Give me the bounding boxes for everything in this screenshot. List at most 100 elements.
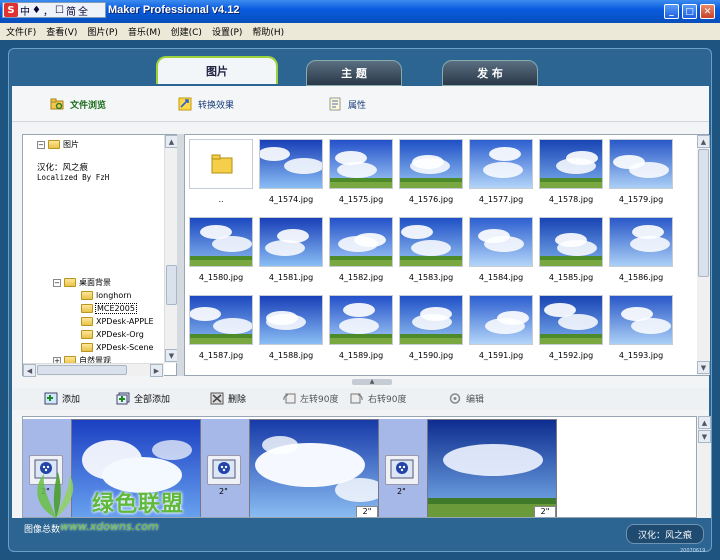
panel-splitter[interactable] xyxy=(177,134,184,376)
photo-thumbnail[interactable] xyxy=(609,295,673,345)
tree-node-pictures[interactable]: − 图片 xyxy=(37,139,79,150)
tree-horizontal-scrollbar[interactable]: ◀ ▶ xyxy=(23,363,164,377)
collapse-handle-icon[interactable]: ▲ xyxy=(352,379,392,385)
photo-thumbnail[interactable] xyxy=(609,217,673,267)
scroll-down-arrow-icon[interactable]: ▼ xyxy=(698,430,711,443)
ime-keyboard[interactable]: ☐ xyxy=(55,5,64,16)
slide-3[interactable]: 2" xyxy=(427,419,557,517)
ime-mode[interactable]: 中 xyxy=(20,3,30,18)
scrollbar-thumb[interactable] xyxy=(698,149,709,277)
transition-slot[interactable]: 2" xyxy=(379,419,427,517)
title-bar[interactable]: S 中 ♦ ， ☐ 简 全 Maker Professional v4.12 _… xyxy=(0,0,720,23)
ime-simplified[interactable]: 简 xyxy=(66,3,76,18)
photo-thumbnail[interactable] xyxy=(399,295,463,345)
scroll-left-arrow-icon[interactable]: ◀ xyxy=(23,364,36,377)
tree-node-longhorn[interactable]: longhorn xyxy=(81,291,131,300)
photo-thumbnail[interactable] xyxy=(259,139,323,189)
tree-node-xpdesk-scene[interactable]: XPDesk-Scene xyxy=(81,343,153,352)
ime-fullwidth[interactable]: 全 xyxy=(78,3,88,18)
photo-filename: 4_1574.jpg xyxy=(268,195,314,204)
menu-file[interactable]: 文件(F) xyxy=(6,25,36,38)
ime-shape[interactable]: ♦ xyxy=(32,5,41,16)
folder-tree[interactable]: − 图片 汉化：风之痕 Localized By FzH − 桌面背景 long… xyxy=(22,134,178,377)
photo-thumbnail[interactable] xyxy=(189,217,253,267)
edit-button[interactable]: 编辑 xyxy=(448,392,484,405)
menu-settings[interactable]: 设置(P) xyxy=(212,25,242,38)
ime-punct[interactable]: ， xyxy=(43,3,53,18)
photo-thumbnail[interactable] xyxy=(539,295,603,345)
tree-node-xpdesk-org[interactable]: XPDesk-Org xyxy=(81,330,144,339)
subtab-properties[interactable]: 属性 xyxy=(328,97,366,111)
slide-2[interactable]: 2" xyxy=(249,419,379,517)
photo-thumbnail[interactable] xyxy=(469,217,533,267)
menu-music[interactable]: 音乐(M) xyxy=(128,25,161,38)
scrollbar-thumb[interactable] xyxy=(166,265,177,305)
tree-node-desktop-bg[interactable]: − 桌面背景 xyxy=(53,277,111,288)
transition-icon[interactable] xyxy=(207,455,241,485)
collapse-icon[interactable]: − xyxy=(53,278,61,287)
folder-browse-icon xyxy=(50,98,64,110)
photo-thumbnail[interactable] xyxy=(469,139,533,189)
photo-filename: 4_1577.jpg xyxy=(478,195,524,204)
rotate-right-button[interactable]: 右转90度 xyxy=(350,392,406,405)
tree-vertical-scrollbar[interactable]: ▲ ▼ xyxy=(164,135,178,363)
ime-logo-icon[interactable]: S xyxy=(4,3,18,17)
photo-thumbnail[interactable] xyxy=(189,295,253,345)
photo-thumbnail[interactable] xyxy=(399,217,463,267)
scroll-up-arrow-icon[interactable]: ▲ xyxy=(697,135,710,148)
photo-thumbnail[interactable] xyxy=(329,139,393,189)
photo-thumbnail[interactable] xyxy=(259,217,323,267)
slide-duration[interactable]: 2" xyxy=(534,506,556,517)
parent-folder-item[interactable] xyxy=(189,139,253,189)
photo-thumbnail[interactable] xyxy=(539,139,603,189)
slide-duration[interactable]: 2" xyxy=(356,506,378,517)
folder-icon xyxy=(64,356,76,363)
menu-help[interactable]: 帮助(H) xyxy=(252,25,284,38)
timeline-scrollbar[interactable]: ▲ ▼ xyxy=(698,416,711,518)
tree-node-mce2005[interactable]: MCE2005 xyxy=(81,303,137,314)
rotate-left-button[interactable]: 左转90度 xyxy=(282,392,338,405)
folder-icon xyxy=(81,343,93,352)
scrollbar-thumb[interactable] xyxy=(37,365,127,375)
photo-thumbnail[interactable] xyxy=(259,295,323,345)
close-button[interactable]: ✕ xyxy=(700,4,715,19)
menu-create[interactable]: 创建(C) xyxy=(171,25,202,38)
photo-thumbnail[interactable] xyxy=(329,217,393,267)
photo-thumbnail[interactable] xyxy=(399,139,463,189)
scroll-right-arrow-icon[interactable]: ▶ xyxy=(150,364,163,377)
tab-theme[interactable]: 主 题 xyxy=(306,60,402,86)
status-image-count: 图像总数 xyxy=(24,525,61,535)
minimize-button[interactable]: _ xyxy=(664,4,679,19)
ime-toolbar[interactable]: S 中 ♦ ， ☐ 简 全 xyxy=(2,2,106,18)
photo-thumbnail[interactable] xyxy=(469,295,533,345)
tree-node-xpdesk-apple[interactable]: XPDesk-APPLE xyxy=(81,317,154,326)
photo-thumbnail[interactable] xyxy=(329,295,393,345)
subtab-transition[interactable]: 转换效果 xyxy=(178,97,234,111)
add-button[interactable]: 添加 xyxy=(44,392,80,405)
menu-picture[interactable]: 图片(P) xyxy=(87,25,117,38)
grid-vertical-scrollbar[interactable]: ▲ ▼ xyxy=(697,135,710,375)
transition-duration: 2" xyxy=(219,487,228,496)
transition-icon[interactable] xyxy=(385,455,419,485)
maximize-button[interactable]: □ xyxy=(682,4,697,19)
tree-node-nature[interactable]: + 自然景观 xyxy=(53,355,111,363)
photo-filename: 4_1581.jpg xyxy=(268,273,314,282)
thumbnail-grid[interactable]: .. 4_1574.jpg 4_1575.jpg 4_1576.jpg 4_1577.j… xyxy=(184,134,710,376)
collapse-icon[interactable]: − xyxy=(37,140,45,149)
photo-thumbnail[interactable] xyxy=(539,217,603,267)
menu-view[interactable]: 查看(V) xyxy=(46,25,77,38)
add-all-button[interactable]: 全部添加 xyxy=(116,392,170,405)
watermark-brand: 绿色联盟 xyxy=(92,492,185,517)
scroll-down-arrow-icon[interactable]: ▼ xyxy=(697,361,710,374)
scroll-up-arrow-icon[interactable]: ▲ xyxy=(698,416,711,429)
delete-button[interactable]: 删除 xyxy=(210,392,246,405)
tab-publish[interactable]: 发 布 xyxy=(442,60,538,86)
parent-folder-label: .. xyxy=(218,195,224,204)
menu-bar: 文件(F) 查看(V) 图片(P) 音乐(M) 创建(C) 设置(P) 帮助(H… xyxy=(0,23,720,40)
transition-slot[interactable]: 2" xyxy=(201,419,249,517)
rotate-right-icon xyxy=(350,393,363,404)
subtab-browse[interactable]: 文件浏览 xyxy=(50,97,106,111)
photo-thumbnail[interactable] xyxy=(609,139,673,189)
tab-photos[interactable]: 图片 xyxy=(156,56,278,84)
photo-filename: 4_1592.jpg xyxy=(548,351,594,360)
